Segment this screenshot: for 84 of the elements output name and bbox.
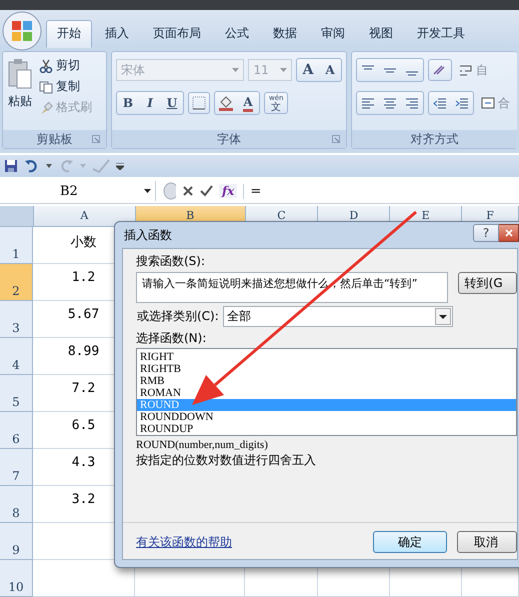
wrap-icon <box>459 64 473 76</box>
function-list-item[interactable]: ROUNDUP <box>137 423 516 435</box>
caret-icon[interactable] <box>46 164 52 168</box>
insert-function-button[interactable]: fx <box>219 184 238 198</box>
close-icon <box>504 229 512 237</box>
indent-icon <box>455 97 469 109</box>
group-label: 字体 <box>217 130 241 148</box>
handle-icon[interactable] <box>162 182 176 200</box>
go-button[interactable]: 转到(G <box>458 272 517 294</box>
row-header[interactable]: 1 <box>0 227 33 264</box>
row-header[interactable]: 7 <box>0 449 33 486</box>
check-icon[interactable] <box>200 185 213 197</box>
function-signature: ROUND(number,num_digits) <box>136 439 269 451</box>
formula-field[interactable]: = <box>243 184 519 198</box>
align-lines-icon <box>361 64 375 70</box>
ribbon-tab[interactable]: 审阅 <box>310 20 356 48</box>
close-button[interactable] <box>499 224 519 242</box>
brush-icon <box>39 100 53 114</box>
ribbon-tab[interactable]: 插入 <box>94 20 140 48</box>
group-label: 剪贴板 <box>36 130 72 148</box>
underline-button[interactable]: U <box>161 92 183 114</box>
caret-icon <box>280 68 287 72</box>
indent-icon <box>433 97 447 109</box>
caret-icon <box>232 68 240 72</box>
category-dropdown[interactable]: 全部 <box>223 306 453 327</box>
category-label: 或选择类别(C): <box>136 308 220 325</box>
copy-button[interactable]: 复制 <box>37 77 94 96</box>
clipboard-icon <box>7 58 33 90</box>
cancel-icon[interactable] <box>182 185 194 197</box>
spelling-check-icon[interactable] <box>92 159 110 173</box>
row-header[interactable]: 9 <box>0 523 33 560</box>
italic-button[interactable]: I <box>139 92 161 114</box>
align-lines-icon <box>405 97 419 109</box>
customize-menu-icon[interactable] <box>116 162 124 170</box>
ribbon-tab[interactable]: 开发工具 <box>406 20 476 48</box>
merge-icon <box>481 97 495 109</box>
align-lines-icon <box>405 70 419 76</box>
row-header[interactable]: 8 <box>0 486 33 523</box>
grow-font-button[interactable]: A <box>297 59 319 81</box>
cancel-button[interactable]: 取消 <box>457 531 517 553</box>
ribbon-tab[interactable]: 开始 <box>46 20 92 48</box>
align-lines-icon <box>361 97 375 109</box>
function-list-item[interactable]: ROUNDDOWN <box>137 411 516 423</box>
paint-bucket-icon <box>218 96 234 110</box>
function-list-item[interactable]: RIGHT <box>137 351 516 363</box>
align-lines-icon <box>383 68 397 72</box>
help-link[interactable]: 有关该函数的帮助 <box>136 534 232 550</box>
office-button[interactable] <box>2 11 42 51</box>
function-list-item[interactable]: RMB <box>137 375 516 387</box>
row-header[interactable]: 3 <box>0 301 33 338</box>
shrink-font-button[interactable]: A <box>319 59 341 81</box>
save-icon[interactable] <box>4 159 18 173</box>
borders-button[interactable] <box>188 92 210 114</box>
dialog-launcher-icon[interactable] <box>92 135 100 143</box>
cut-button[interactable]: 剪切 <box>37 56 94 75</box>
align-lines-icon <box>383 97 397 109</box>
paste-button[interactable]: 粘贴 <box>3 52 37 130</box>
caret-icon <box>144 189 151 193</box>
bold-button[interactable]: B <box>117 92 139 114</box>
ribbon-tab[interactable]: 视图 <box>358 20 404 48</box>
copy-icon <box>39 80 53 94</box>
row-header[interactable]: 10 <box>0 560 33 597</box>
function-list-label: 选择函数(N): <box>136 330 208 346</box>
row-header[interactable]: 4 <box>0 338 33 375</box>
function-list-item[interactable]: ROMAN <box>137 387 516 399</box>
ribbon-tab[interactable]: 数据 <box>262 20 308 48</box>
caret-icon <box>435 308 451 325</box>
function-list-item[interactable]: RIGHTB <box>137 363 516 375</box>
ribbon-tab[interactable]: 页面布局 <box>142 20 212 48</box>
row-header[interactable]: 5 <box>0 375 33 412</box>
function-list[interactable]: RIGHT RIGHTB RMB ROMAN ROUND ROUNDDOWN ROUNDUP <box>136 348 517 436</box>
search-label: 搜索函数(S): <box>136 253 206 269</box>
orientation-button[interactable] <box>428 59 452 81</box>
group-label: 对齐方式 <box>410 130 458 148</box>
help-button[interactable]: ? <box>473 224 499 242</box>
name-box[interactable]: B2 <box>0 181 156 201</box>
scissors-icon <box>39 58 53 72</box>
function-description: 按指定的位数对数值进行四舍五入 <box>136 452 317 469</box>
borders-icon <box>192 96 206 110</box>
dialog-launcher-icon[interactable] <box>332 135 340 143</box>
row-header[interactable]: 6 <box>0 412 33 449</box>
ok-button[interactable]: 确定 <box>373 531 447 553</box>
row-header[interactable]: 2 <box>0 264 33 301</box>
ribbon-tab[interactable]: 公式 <box>214 20 260 48</box>
